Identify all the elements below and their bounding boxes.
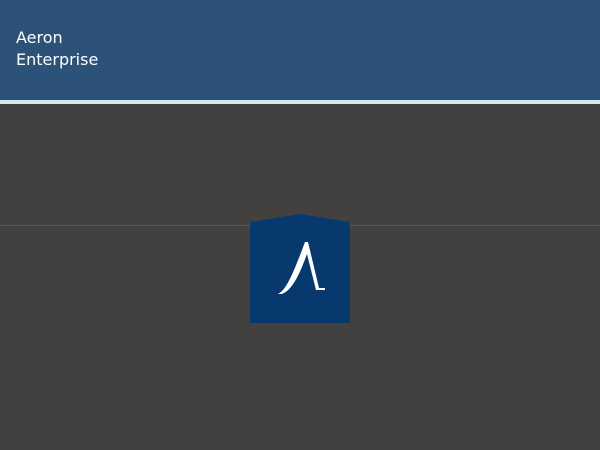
logo-badge [250, 214, 350, 323]
app-title-line2: Enterprise [16, 50, 99, 69]
app-title: Aeron Enterprise [16, 27, 98, 71]
app-title-line1: Aeron [16, 28, 63, 47]
header-accent-line [0, 100, 600, 104]
aeron-logo-icon [250, 214, 350, 324]
app-window: Aeron Enterprise [0, 0, 600, 450]
header-bar: Aeron Enterprise [0, 0, 600, 100]
